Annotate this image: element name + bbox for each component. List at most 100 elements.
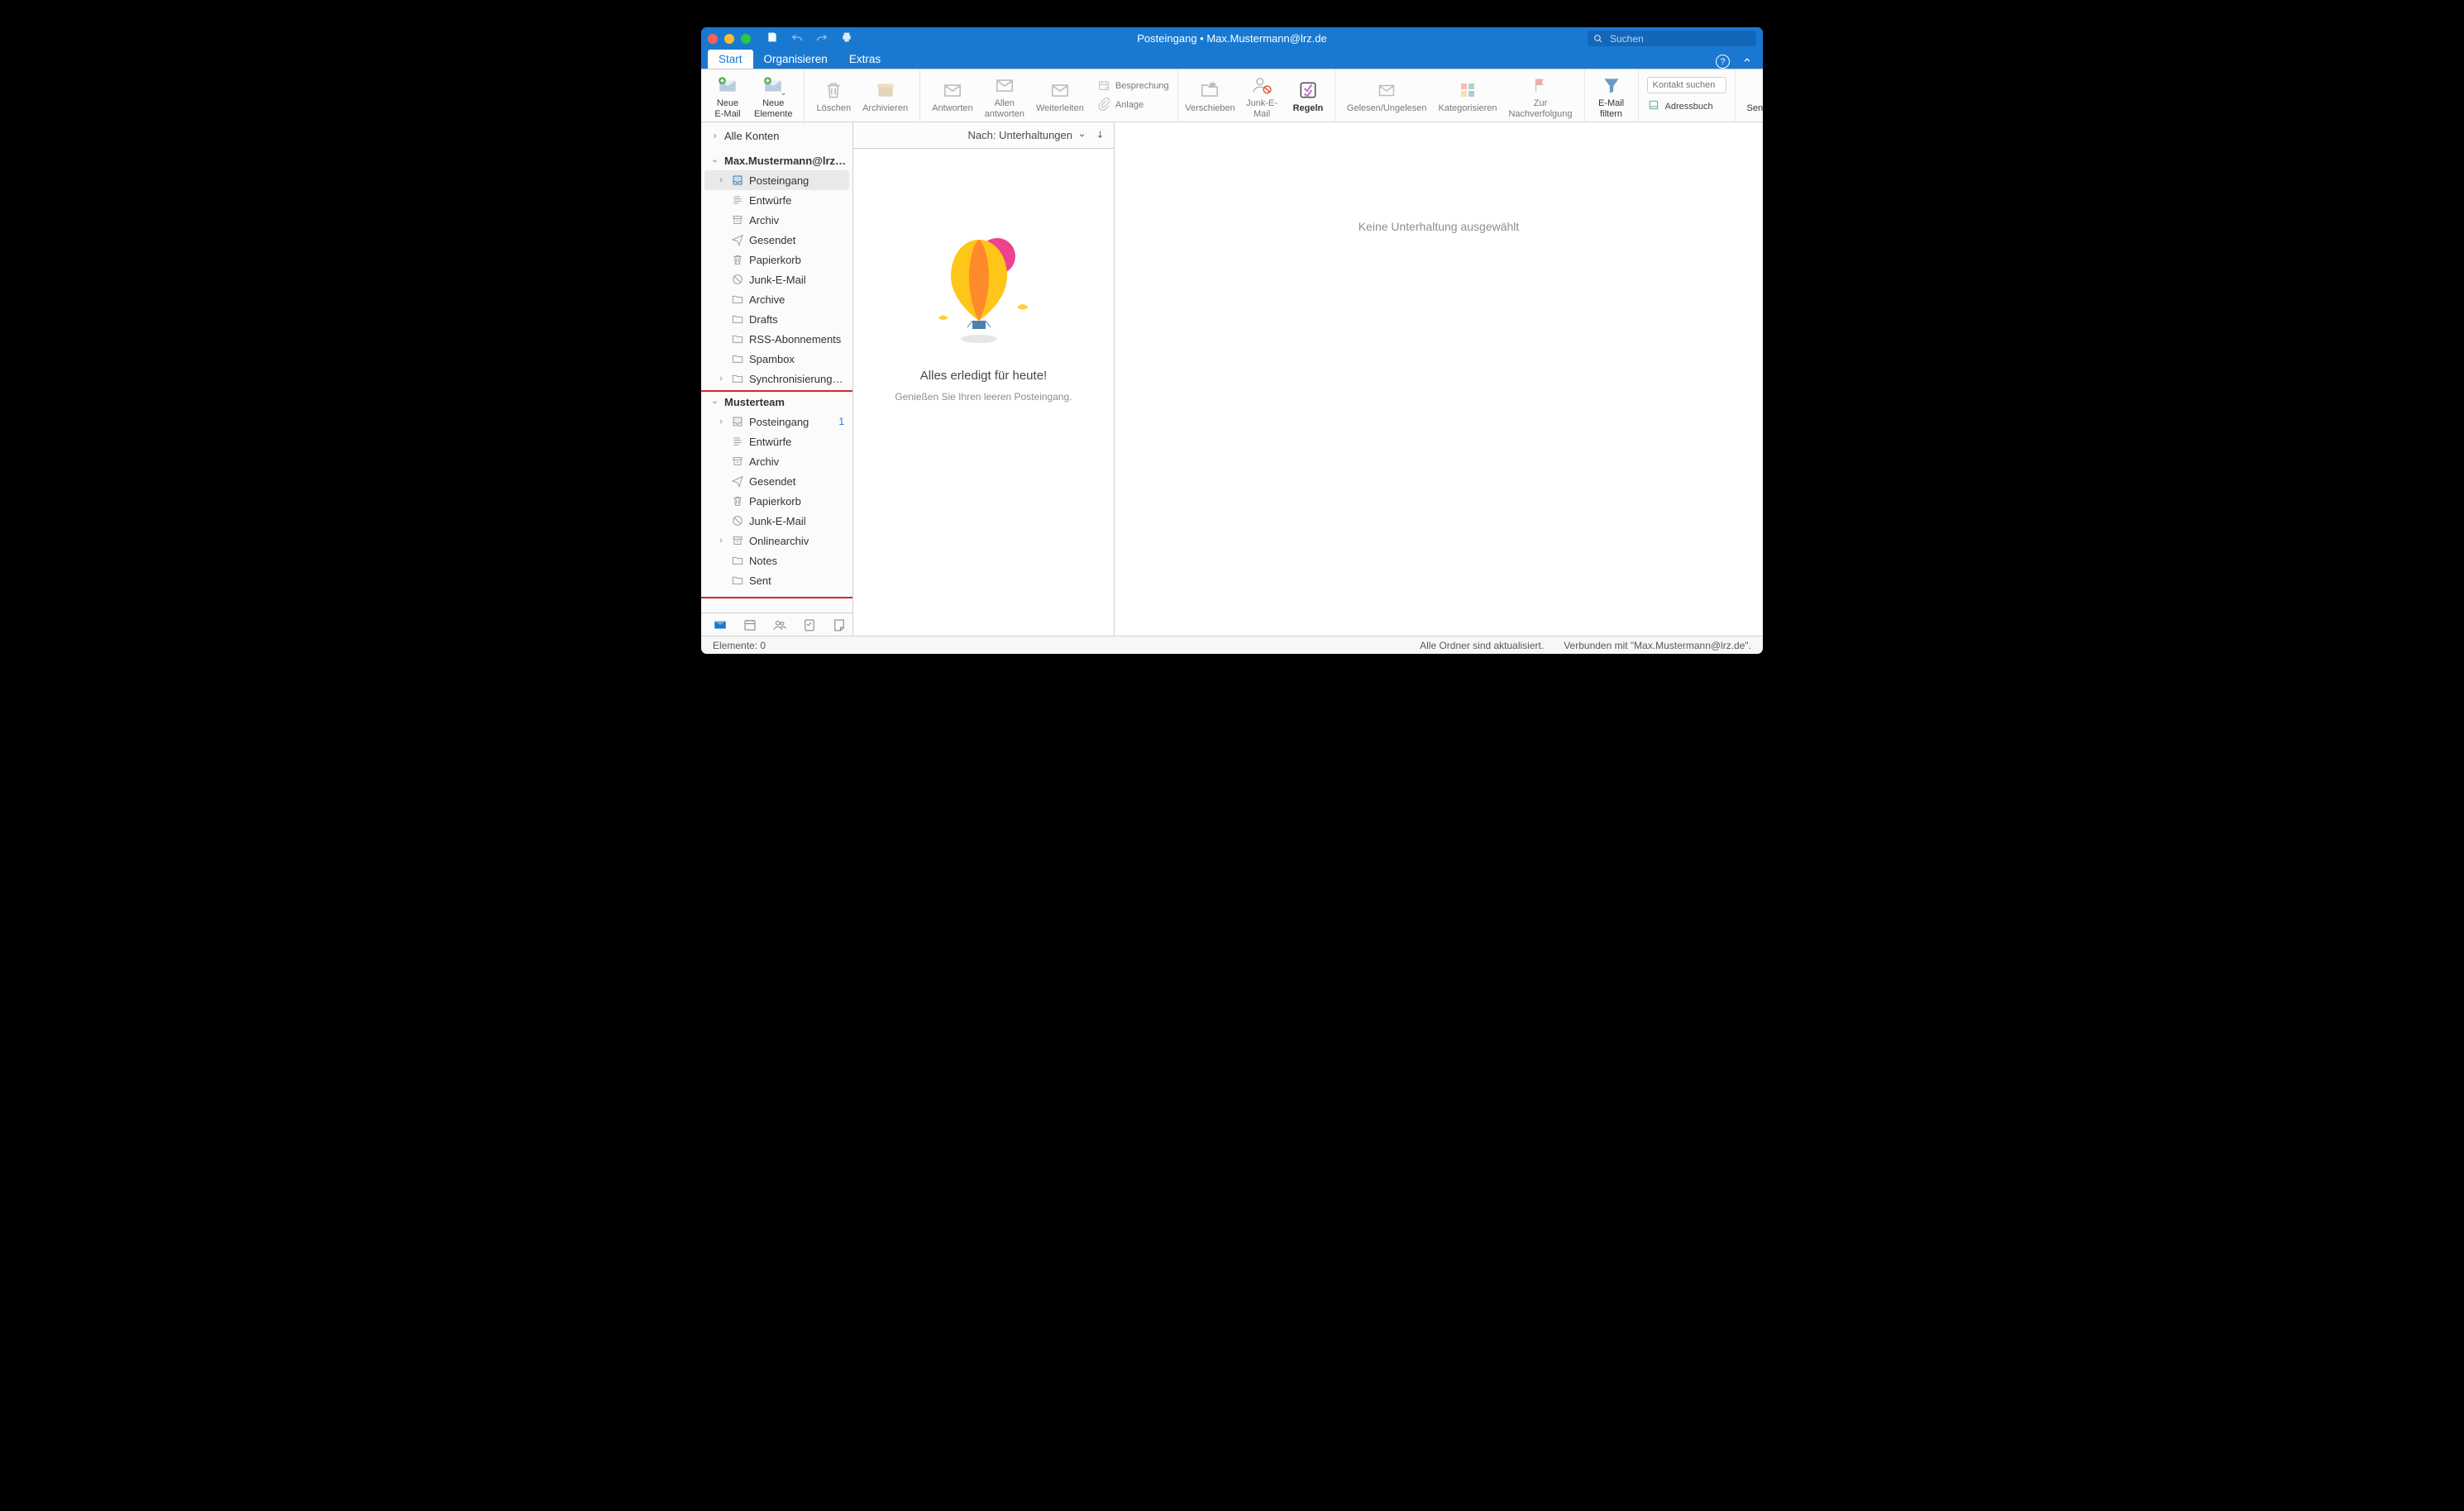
folder-sent[interactable]: Gesendet (701, 230, 852, 250)
nav-mail-icon[interactable] (713, 617, 728, 632)
unread-badge: 1 (838, 416, 848, 427)
reading-pane: Keine Unterhaltung ausgewählt (1115, 122, 1763, 636)
account-node[interactable]: Max.Mustermann@lrz.de (701, 150, 852, 170)
folder-icon (731, 554, 744, 567)
reading-placeholder: Keine Unterhaltung ausgewählt (1359, 220, 1520, 233)
forward-button[interactable]: Weiterleiten (1033, 75, 1087, 115)
status-items-count: Elemente: 0 (713, 640, 766, 651)
trash-icon (731, 494, 744, 508)
folder-inbox[interactable]: Posteingang (704, 170, 849, 190)
folder-icon (731, 332, 744, 346)
chevron-right-icon (716, 374, 726, 383)
redo-icon[interactable] (815, 31, 828, 46)
folder-team-inbox[interactable]: Posteingang 1 (701, 412, 852, 431)
close-window-button[interactable] (708, 34, 718, 44)
folder-tree: Alle Konten Max.Mustermann@lrz.de Postei… (701, 122, 852, 613)
folder-drafts[interactable]: Entwürfe (701, 190, 852, 210)
folder-icon (731, 312, 744, 326)
filter-button[interactable]: E-Mail filtern (1593, 70, 1630, 120)
archive-icon (731, 534, 744, 547)
status-bar: Elemente: 0 Alle Ordner sind aktualisier… (701, 636, 1763, 654)
folder-team-sent[interactable]: Gesendet (701, 471, 852, 491)
tab-organize[interactable]: Organisieren (753, 50, 838, 69)
inbox-icon (731, 415, 744, 428)
tab-start[interactable]: Start (708, 50, 753, 69)
folder-archive[interactable]: Archiv (701, 210, 852, 230)
search-box[interactable] (1588, 31, 1756, 46)
folder-team-junk[interactable]: Junk-E-Mail (701, 511, 852, 531)
folder-icon (731, 372, 744, 385)
folder-trash[interactable]: Papierkorb (701, 250, 852, 269)
search-input[interactable] (1608, 32, 1751, 45)
archive-icon (731, 213, 744, 226)
drafts-icon (731, 193, 744, 207)
attachment-button[interactable]: Anlage (1097, 98, 1169, 113)
chevron-right-icon (716, 536, 726, 545)
new-mail-button[interactable]: Neue E-Mail (709, 70, 746, 120)
folder-team-archive[interactable]: Archiv (701, 451, 852, 471)
folder-team-sent2[interactable]: Sent (701, 570, 852, 590)
folder-icon (731, 574, 744, 587)
empty-title: Alles erledigt für heute! (920, 369, 1047, 383)
categorize-button[interactable]: Kategorisieren (1435, 75, 1501, 115)
ribbon: Neue E-Mail Neue Elemente Löschen Archiv… (701, 69, 1763, 122)
nav-calendar-icon[interactable] (743, 617, 757, 632)
folder-archive2[interactable]: Archive (701, 289, 852, 309)
undo-icon[interactable] (790, 31, 804, 46)
chevron-right-icon (716, 176, 726, 184)
new-elements-button[interactable]: Neue Elemente (751, 70, 795, 120)
folder-rss[interactable]: RSS-Abonnements (701, 329, 852, 349)
nav-tasks-icon[interactable] (802, 617, 817, 632)
send-receive-button[interactable]: Senden/Empfangen (1744, 75, 1763, 115)
all-accounts-node[interactable]: Alle Konten (701, 126, 852, 145)
help-icon[interactable]: ? (1716, 55, 1730, 69)
print-icon[interactable] (840, 31, 853, 46)
junk-button[interactable]: Junk-E-Mail (1239, 70, 1285, 120)
minimize-window-button[interactable] (724, 34, 734, 44)
junk-icon (731, 514, 744, 527)
rules-button[interactable]: Regeln (1290, 75, 1326, 115)
folder-team-drafts[interactable]: Entwürfe (701, 431, 852, 451)
nav-people-icon[interactable] (772, 617, 787, 632)
address-book-button[interactable]: Adressbuch (1647, 98, 1713, 114)
reply-all-button[interactable]: Allen antworten (981, 70, 1028, 120)
sort-direction-button[interactable] (1095, 129, 1105, 142)
move-button[interactable]: Verschieben (1187, 75, 1234, 115)
save-icon[interactable] (766, 31, 779, 46)
delete-button[interactable]: Löschen (813, 75, 854, 115)
nav-notes-icon[interactable] (832, 617, 847, 632)
address-book-icon (1647, 98, 1660, 114)
quick-access-toolbar (766, 31, 853, 46)
folder-junk[interactable]: Junk-E-Mail (701, 269, 852, 289)
empty-subtitle: Genießen Sie Ihren leeren Posteingang. (895, 391, 1072, 403)
sent-icon (731, 233, 744, 246)
account-node[interactable]: Musterteam (701, 392, 852, 412)
folder-team-trash[interactable]: Papierkorb (701, 491, 852, 511)
window-controls (708, 34, 751, 44)
folder-team-notes[interactable]: Notes (701, 551, 852, 570)
folder-spambox[interactable]: Spambox (701, 349, 852, 369)
contact-search-input[interactable] (1647, 77, 1726, 93)
collapse-ribbon-icon[interactable] (1741, 55, 1753, 69)
list-header: Nach: Unterhaltungen (853, 122, 1114, 149)
empty-inbox-state: Alles erledigt für heute! Genießen Sie I… (853, 149, 1114, 636)
tab-extras[interactable]: Extras (838, 50, 891, 69)
chevron-down-icon (709, 156, 719, 165)
message-list-pane: Nach: Unterhaltungen (853, 122, 1115, 636)
sort-by-button[interactable]: Nach: Unterhaltungen (968, 129, 1086, 141)
folder-sidebar: Alle Konten Max.Mustermann@lrz.de Postei… (701, 122, 853, 636)
folder-icon (731, 352, 744, 365)
read-unread-button[interactable]: Gelesen/Ungelesen (1344, 75, 1430, 115)
folder-sync-issues[interactable]: Synchronisierungspro… (701, 369, 852, 388)
app-window: Posteingang • Max.Mustermann@lrz.de Star… (701, 27, 1763, 654)
meeting-icon (1097, 79, 1110, 94)
attachment-icon (1097, 98, 1110, 113)
folder-drafts2[interactable]: Drafts (701, 309, 852, 329)
follow-up-button[interactable]: Zur Nachverfolgung (1505, 70, 1575, 120)
folder-team-onlinearchive[interactable]: Onlinearchiv (701, 531, 852, 551)
meeting-button[interactable]: Besprechung (1097, 79, 1169, 94)
zoom-window-button[interactable] (741, 34, 751, 44)
archive-button[interactable]: Archivieren (859, 75, 911, 115)
reply-button[interactable]: Antworten (929, 75, 977, 115)
drafts-icon (731, 435, 744, 448)
